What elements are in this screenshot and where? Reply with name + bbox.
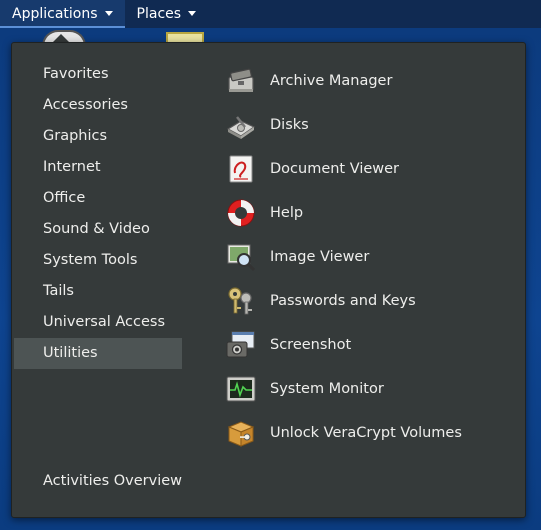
category-system-tools[interactable]: System Tools <box>14 245 182 276</box>
applications-menu-popup: Favorites Accessories Graphics Internet … <box>11 42 526 518</box>
category-favorites[interactable]: Favorites <box>14 59 182 90</box>
disks-icon <box>224 108 258 142</box>
app-disks[interactable]: Disks <box>224 103 514 147</box>
category-universal-access[interactable]: Universal Access <box>14 307 182 338</box>
app-image-viewer[interactable]: Image Viewer <box>224 235 514 279</box>
category-internet[interactable]: Internet <box>14 152 182 183</box>
applications-menu-button[interactable]: Applications <box>0 0 125 28</box>
chevron-down-icon <box>188 10 197 16</box>
category-list: Favorites Accessories Graphics Internet … <box>14 59 182 369</box>
app-label: Disks <box>270 117 309 133</box>
category-label: Tails <box>43 283 74 299</box>
places-menu-button[interactable]: Places <box>125 0 209 28</box>
app-label: Unlock VeraCrypt Volumes <box>270 425 462 441</box>
app-list: Archive Manager Disks Document Viewer He… <box>224 59 514 455</box>
category-office[interactable]: Office <box>14 183 182 214</box>
keys-icon <box>224 284 258 318</box>
app-label: Screenshot <box>270 337 352 353</box>
category-label: System Tools <box>43 252 138 268</box>
app-document-viewer[interactable]: Document Viewer <box>224 147 514 191</box>
app-system-monitor[interactable]: System Monitor <box>224 367 514 411</box>
activities-overview-label: Activities Overview <box>43 473 183 489</box>
top-panel: Applications Places <box>0 0 541 28</box>
app-label: Passwords and Keys <box>270 293 416 309</box>
category-graphics[interactable]: Graphics <box>14 121 182 152</box>
app-label: Document Viewer <box>270 161 400 177</box>
app-unlock-veracrypt-volumes[interactable]: Unlock VeraCrypt Volumes <box>224 411 514 455</box>
category-label: Graphics <box>43 128 108 144</box>
help-lifebuoy-icon <box>224 196 258 230</box>
category-label: Utilities <box>43 345 98 361</box>
app-archive-manager[interactable]: Archive Manager <box>224 59 514 103</box>
image-viewer-icon <box>224 240 258 274</box>
category-label: Office <box>43 190 86 206</box>
category-tails[interactable]: Tails <box>14 276 182 307</box>
category-sound-video[interactable]: Sound & Video <box>14 214 182 245</box>
app-screenshot[interactable]: Screenshot <box>224 323 514 367</box>
category-utilities[interactable]: Utilities <box>14 338 182 369</box>
category-label: Universal Access <box>43 314 166 330</box>
system-monitor-icon <box>224 372 258 406</box>
activities-overview-link[interactable]: Activities Overview <box>43 473 182 489</box>
archive-manager-icon <box>224 64 258 98</box>
category-label: Sound & Video <box>43 221 150 237</box>
category-label: Favorites <box>43 66 109 82</box>
category-label: Accessories <box>43 97 128 113</box>
app-label: Help <box>270 205 304 221</box>
places-label: Places <box>136 6 182 22</box>
category-accessories[interactable]: Accessories <box>14 90 182 121</box>
app-label: Archive Manager <box>270 73 393 89</box>
app-label: Image Viewer <box>270 249 370 265</box>
applications-label: Applications <box>12 6 98 22</box>
camera-icon <box>224 328 258 362</box>
document-viewer-icon <box>224 152 258 186</box>
app-help[interactable]: Help <box>224 191 514 235</box>
chevron-down-icon <box>104 10 113 16</box>
app-label: System Monitor <box>270 381 384 397</box>
app-passwords-and-keys[interactable]: Passwords and Keys <box>224 279 514 323</box>
category-label: Internet <box>43 159 101 175</box>
veracrypt-box-icon <box>224 416 258 450</box>
